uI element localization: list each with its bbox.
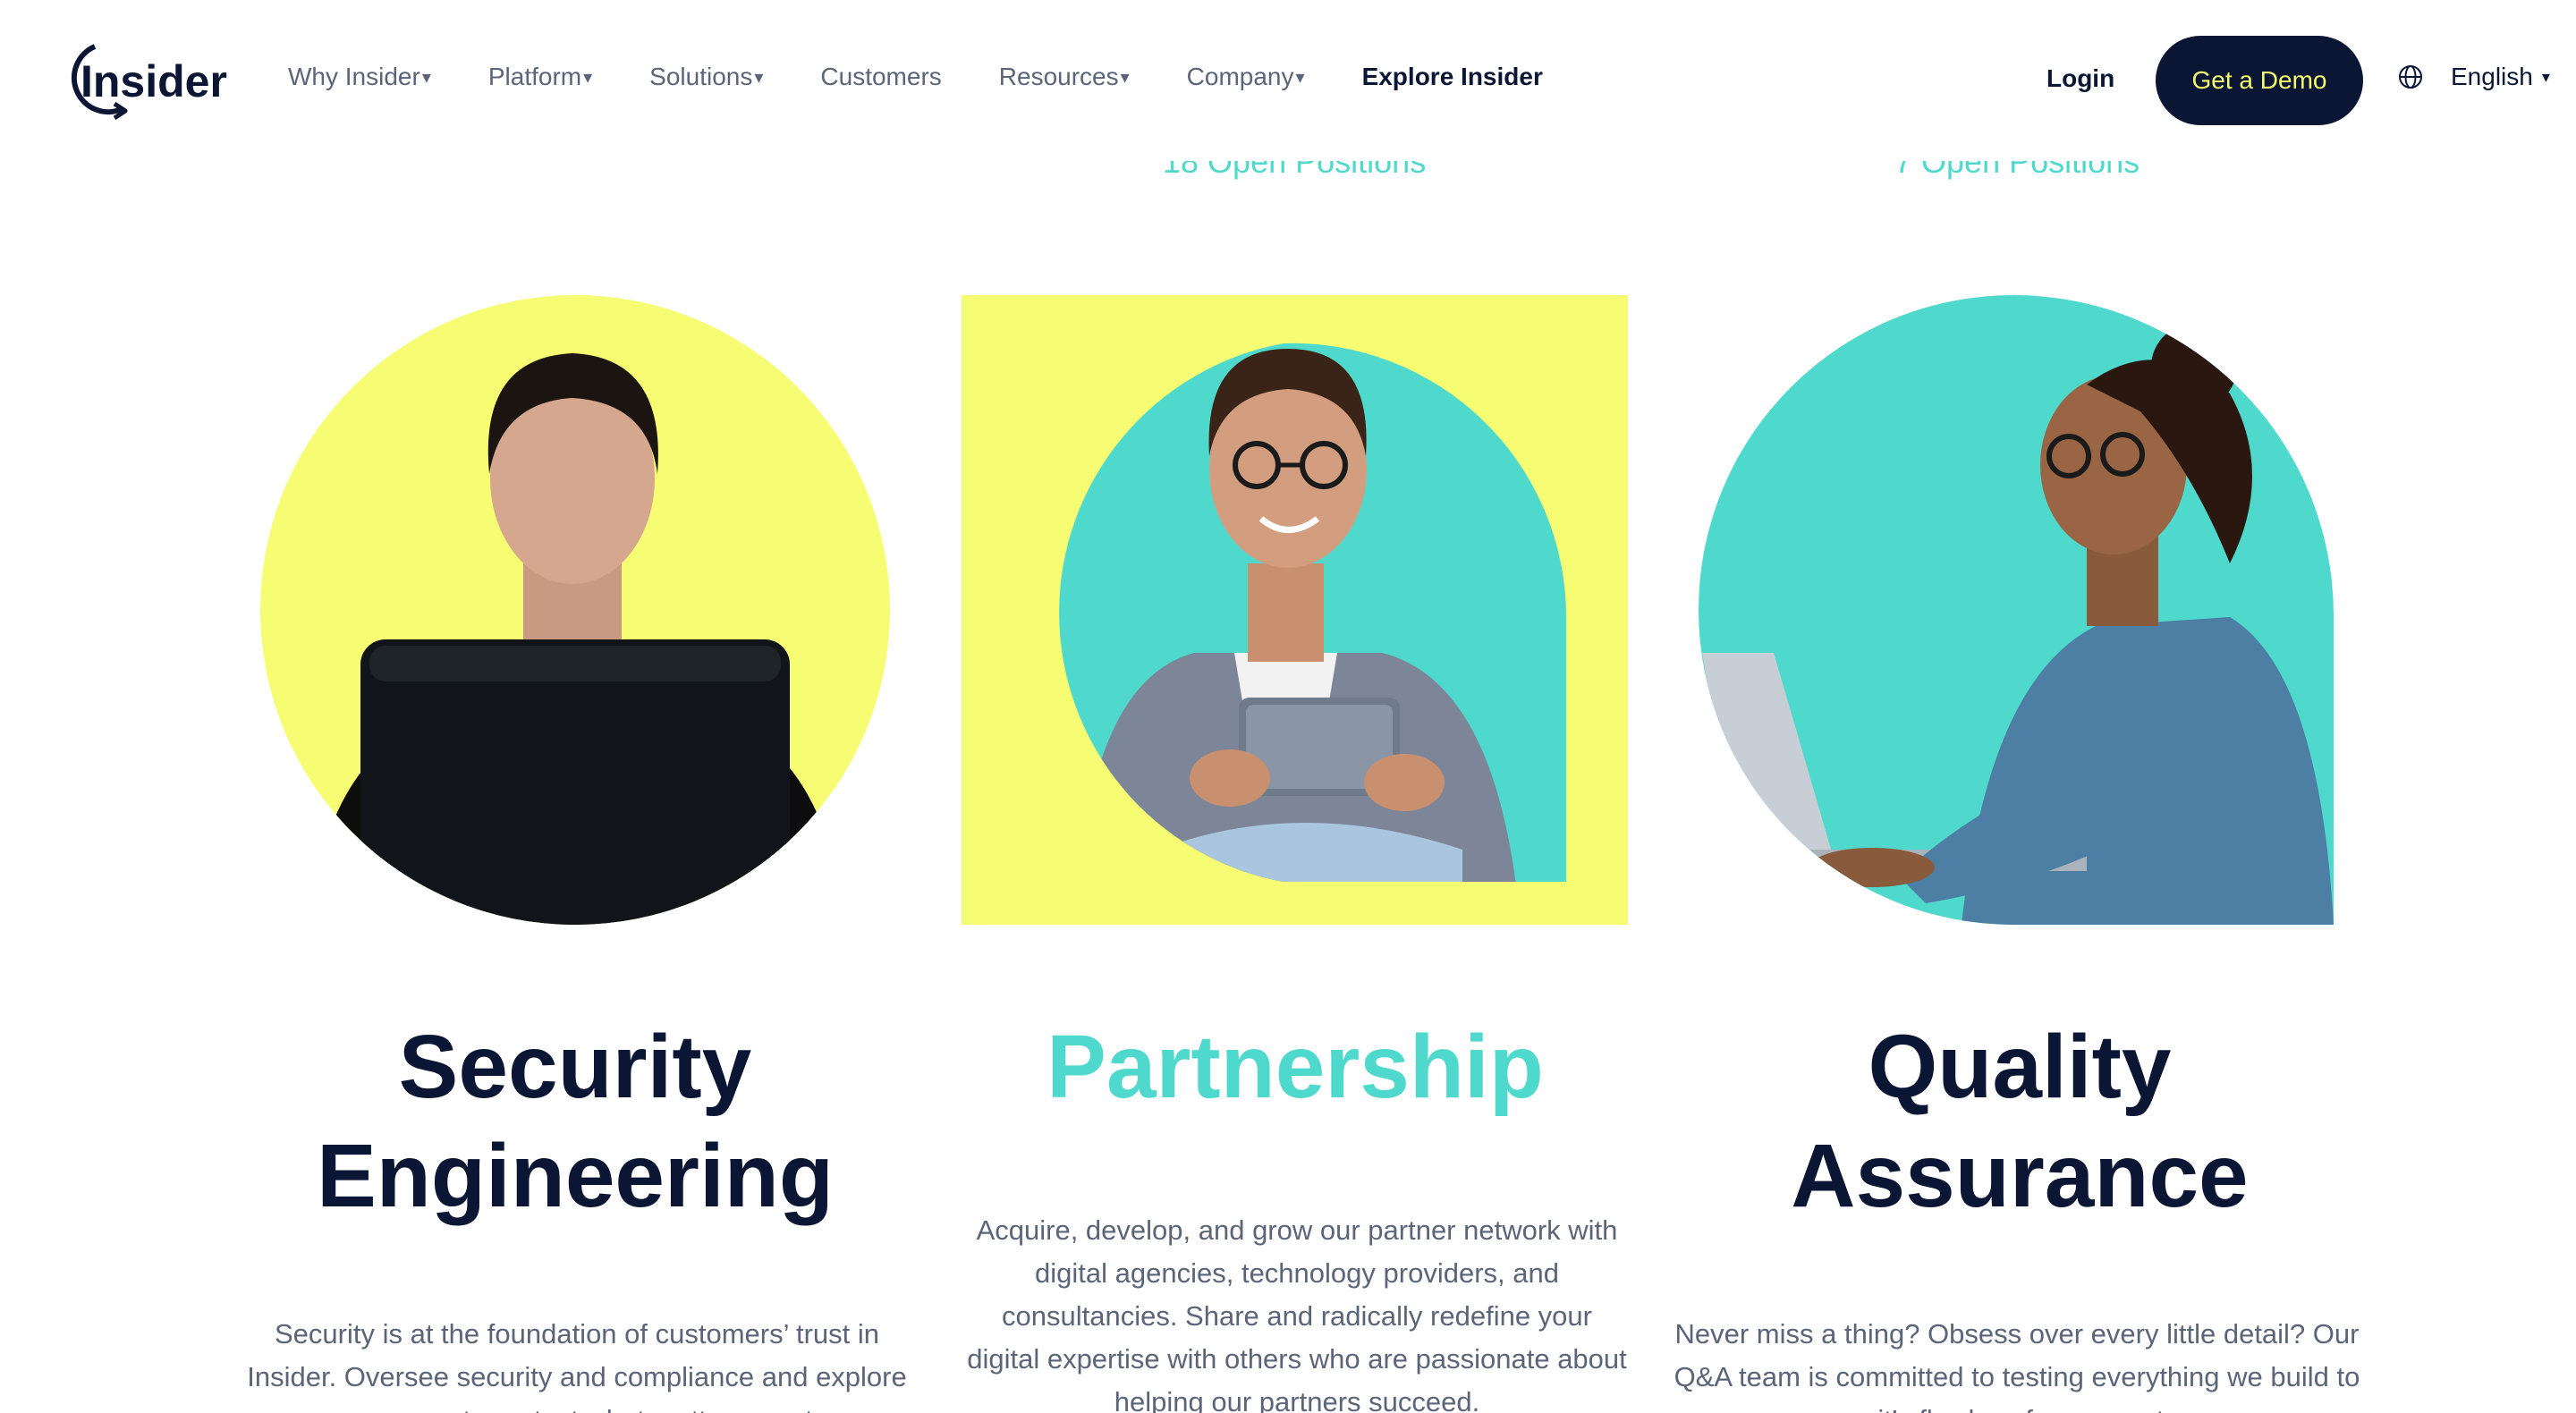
title-line: Engineering	[317, 1126, 834, 1226]
nav-platform[interactable]: Platform ▾	[488, 63, 592, 91]
card-description-quality-assurance: Never miss a thing? Obsess over every li…	[1674, 1318, 2360, 1413]
security-engineering-image	[255, 295, 895, 925]
nav-company[interactable]: Company ▾	[1187, 63, 1305, 91]
chevron-down-icon: ▾	[2541, 67, 2550, 86]
chevron-down-icon: ▾	[1120, 67, 1130, 88]
title-line: Assurance	[1791, 1126, 2249, 1226]
svg-text:Insider: Insider	[80, 56, 227, 106]
title-line: Quality	[1868, 1017, 2172, 1117]
insider-logo[interactable]: Insider	[55, 38, 234, 123]
nav-explore-insider[interactable]: Explore Insider	[1362, 63, 1543, 91]
language-selector[interactable]: English ▾	[2397, 63, 2550, 91]
insider-logo-icon: Insider	[71, 44, 227, 121]
partnership-image	[962, 295, 1628, 925]
login-link[interactable]: Login	[2046, 64, 2114, 93]
title-line: Security	[398, 1017, 752, 1117]
nav-resources[interactable]: Resources ▾	[999, 63, 1130, 91]
site-header: Insider Why Insider ▾ Platform ▾ Solutions…	[0, 0, 2576, 161]
card-description-security-engineering: Security is at the foundation of custome…	[247, 1318, 907, 1413]
chevron-down-icon: ▾	[421, 67, 431, 88]
quality-assurance-image	[1693, 295, 2334, 925]
chevron-down-icon: ▾	[754, 67, 764, 88]
language-label: English	[2451, 63, 2533, 90]
nav-why-insider[interactable]: Why Insider ▾	[288, 63, 431, 91]
main-nav: Why Insider ▾ Platform ▾ Solutions ▾ Custom…	[288, 63, 1600, 91]
card-title-security-engineering: Security Engineering	[219, 1012, 931, 1231]
card-title-partnership: Partnership	[939, 1012, 1651, 1121]
nav-customers[interactable]: Customers	[820, 63, 941, 91]
card-title-quality-assurance: Quality Assurance	[1664, 1012, 2376, 1231]
card-description-partnership: Acquire, develop, and grow our partner n…	[967, 1214, 1627, 1413]
title-line: Partnership	[1046, 1017, 1544, 1117]
chevron-down-icon: ▾	[583, 67, 593, 88]
globe-icon	[2399, 65, 2422, 89]
nav-solutions[interactable]: Solutions ▾	[649, 63, 763, 91]
get-demo-button[interactable]: Get a Demo	[2156, 36, 2363, 125]
chevron-down-icon: ▾	[1295, 67, 1305, 88]
